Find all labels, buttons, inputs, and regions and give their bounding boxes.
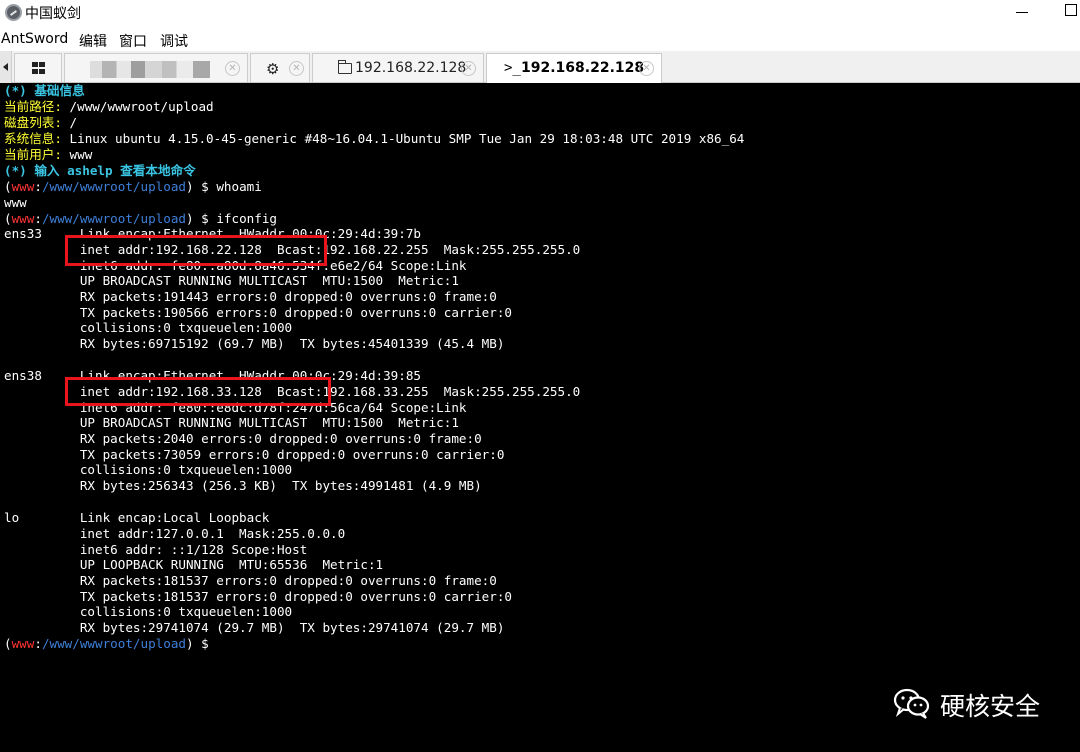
close-icon[interactable]: ✕ [639, 61, 654, 76]
output-line: collisions:0 txqueuelen:1000 [4, 604, 293, 619]
close-icon[interactable]: ✕ [461, 61, 476, 76]
close-icon[interactable]: ✕ [225, 61, 240, 76]
prompt-user: www [11, 636, 35, 651]
info-label: 当前用户: [4, 147, 62, 162]
wechat-icon [893, 688, 930, 719]
info-value: www [61, 147, 93, 162]
gear-icon: ⚙ [266, 60, 280, 78]
menu-debug[interactable]: 调试 [160, 31, 188, 51]
output-line: RX bytes:29741074 (29.7 MB) TX bytes:297… [4, 620, 505, 635]
output-line: RX packets:2040 errors:0 dropped:0 overr… [4, 431, 482, 446]
prompt-line: (www:/www/wwwroot/upload) $ ifconfig [4, 211, 277, 226]
tab-file-manager[interactable]: 192.168.22.128 ✕ [312, 53, 484, 82]
menu-antsword[interactable]: AntSword [1, 31, 68, 47]
output-line: inet addr:127.0.0.1 Mask:255.0.0.0 [4, 526, 346, 541]
title-bar: 中国蚁剑 [0, 0, 1080, 26]
output-line: RX bytes:69715192 (69.7 MB) TX bytes:454… [4, 336, 505, 351]
prompt-path: /www/wwwroot/upload [41, 636, 186, 651]
tab-label: 192.168.22.128 [521, 60, 645, 76]
tab-home[interactable] [14, 53, 62, 82]
output-line: collisions:0 txqueuelen:1000 [4, 320, 293, 335]
tab-settings[interactable]: ⚙ ✕ [250, 53, 310, 82]
prompt-line[interactable]: (www:/www/wwwroot/upload) $ [4, 636, 209, 652]
menu-edit[interactable]: 编辑 [79, 31, 107, 51]
output-line: RX bytes:256343 (256.3 KB) TX bytes:4991… [4, 478, 482, 493]
output-line: www [4, 195, 27, 210]
info-value: /www/wwwroot/upload [61, 99, 214, 114]
tab-bar: ✕ ⚙ ✕ 192.168.22.128 ✕ >_ 192.168.22.128… [0, 51, 1080, 83]
maximize-button[interactable] [1065, 4, 1077, 16]
terminal-hint: (*) 输入 ashelp 查看本地命令 [4, 163, 196, 178]
info-label: 系统信息: [4, 131, 62, 146]
output-line: TX packets:73059 errors:0 dropped:0 over… [4, 447, 505, 462]
output-line: UP BROADCAST RUNNING MULTICAST MTU:1500 … [4, 273, 459, 288]
info-row: 当前用户: www [4, 147, 92, 163]
info-value: Linux ubuntu 4.15.0-45-generic #48~16.04… [61, 131, 745, 146]
tab-scroll-left-button[interactable] [0, 51, 12, 83]
command-text: $ ifconfig [201, 211, 277, 226]
output-line: lo Link encap:Local Loopback [4, 510, 270, 525]
terminal-icon: >_ [504, 60, 521, 76]
terminal-output[interactable]: (*) 基础信息 当前路径: /www/wwwroot/upload 磁盘列表:… [0, 83, 1080, 752]
info-row: 系统信息: Linux ubuntu 4.15.0-45-generic #48… [4, 131, 744, 147]
menu-bar: AntSword 编辑 窗口 调试 [0, 28, 1080, 50]
tab-shell-url[interactable]: ✕ [64, 53, 248, 82]
output-line: TX packets:181537 errors:0 dropped:0 ove… [4, 589, 512, 604]
info-value: / [61, 115, 78, 130]
prompt-path: /www/wwwroot/upload [41, 179, 186, 194]
output-line: TX packets:190566 errors:0 dropped:0 ove… [4, 305, 512, 320]
info-label: 当前路径: [4, 99, 62, 114]
terminal-header: (*) 基础信息 [4, 83, 85, 98]
output-line: RX packets:191443 errors:0 dropped:0 ove… [4, 289, 497, 304]
grid-icon [32, 62, 46, 75]
info-row: 磁盘列表: / [4, 115, 77, 131]
prompt-user: www [11, 211, 35, 226]
blurred-url-label [90, 61, 210, 78]
tab-terminal[interactable]: >_ 192.168.22.128 ✕ [486, 53, 662, 83]
folder-icon [338, 60, 352, 74]
minimize-button[interactable] [1016, 12, 1028, 13]
output-line: UP BROADCAST RUNNING MULTICAST MTU:1500 … [4, 415, 459, 430]
window-title: 中国蚁剑 [25, 6, 81, 22]
command-text: $ whoami [201, 179, 262, 194]
command-text: $ [201, 636, 209, 651]
ip-highlight-box [65, 377, 331, 406]
watermark-text: 硬核安全 [940, 692, 1041, 721]
prompt-line: (www:/www/wwwroot/upload) $ whoami [4, 179, 262, 194]
tab-label: 192.168.22.128 [355, 60, 467, 76]
ip-highlight-box [65, 235, 327, 266]
output-line: RX packets:181537 errors:0 dropped:0 ove… [4, 573, 497, 588]
prompt-path: /www/wwwroot/upload [41, 211, 186, 226]
info-row: 当前路径: /www/wwwroot/upload [4, 99, 214, 115]
close-icon[interactable]: ✕ [289, 61, 304, 76]
output-line: inet6 addr: ::1/128 Scope:Host [4, 542, 308, 557]
output-line: UP LOOPBACK RUNNING MTU:65536 Metric:1 [4, 557, 384, 572]
output-line: collisions:0 txqueuelen:1000 [4, 462, 293, 477]
info-label: 磁盘列表: [4, 115, 62, 130]
antsword-logo-icon [5, 4, 22, 21]
prompt-user: www [11, 179, 35, 194]
menu-window[interactable]: 窗口 [119, 31, 147, 51]
